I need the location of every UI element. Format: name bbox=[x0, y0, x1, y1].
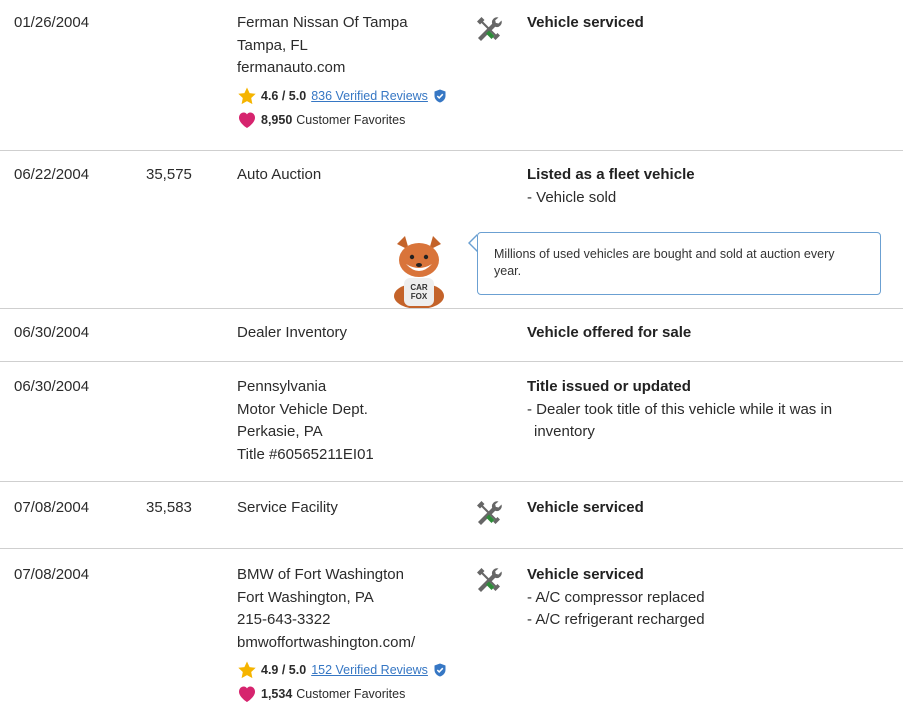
history-record-row: 06/22/2004 35,575 Auto Auction Listed as… bbox=[0, 151, 903, 309]
record-date: 06/22/2004 bbox=[14, 166, 90, 183]
shirt-text-bottom: FOX bbox=[411, 292, 428, 301]
history-record-row: 07/08/2004 BMW of Fort Washington Fort W… bbox=[0, 549, 903, 720]
agency-location: Perkasie, PA bbox=[237, 423, 323, 440]
auction-info-tooltip: Millions of used vehicles are bought and… bbox=[477, 232, 881, 295]
wrench-screwdriver-icon bbox=[477, 568, 502, 592]
star-icon bbox=[238, 661, 256, 679]
record-date: 07/08/2004 bbox=[14, 499, 90, 516]
source-name: Service Facility bbox=[237, 499, 338, 516]
record-odometer: 35,583 bbox=[146, 499, 192, 516]
source-name: Dealer Inventory bbox=[237, 324, 348, 341]
record-source: Service Facility bbox=[237, 497, 462, 520]
record-comments: Vehicle serviced - A/C compressor replac… bbox=[527, 564, 867, 632]
carfox-mascot-icon: CAR FOX bbox=[394, 236, 444, 308]
title-number: Title #60565211EI01 bbox=[237, 445, 374, 463]
rating-score: 4.9 / 5.0 bbox=[261, 663, 307, 677]
record-comments: Vehicle serviced bbox=[527, 497, 867, 520]
shirt-text-top: CAR bbox=[410, 283, 428, 292]
star-icon bbox=[238, 87, 256, 104]
customer-favorites: 1,534 Customer Favorites bbox=[237, 684, 462, 704]
vehicle-history-table: 01/26/2004 Ferman Nissan Of Tampa Tampa,… bbox=[0, 0, 903, 720]
comment-heading: Vehicle serviced bbox=[527, 566, 644, 583]
history-record-row: 06/30/2004 Pennsylvania Motor Vehicle De… bbox=[0, 362, 903, 482]
record-source: BMW of Fort Washington Fort Washington, … bbox=[237, 564, 462, 704]
comment-detail: - A/C compressor replaced bbox=[527, 588, 705, 606]
dealer-rating: 4.9 / 5.0 152 Verified Reviews bbox=[237, 660, 462, 680]
record-source: Ferman Nissan Of Tampa Tampa, FL fermana… bbox=[237, 12, 462, 130]
record-source: Pennsylvania Motor Vehicle Dept. Perkasi… bbox=[237, 376, 462, 466]
dealer-rating: 4.6 / 5.0 836 Verified Reviews bbox=[237, 86, 462, 106]
comment-heading: Vehicle offered for sale bbox=[527, 324, 692, 341]
agency-state: Pennsylvania bbox=[237, 378, 327, 395]
comment-heading: Vehicle serviced bbox=[527, 14, 644, 31]
heart-icon bbox=[239, 112, 255, 128]
record-source: Dealer Inventory bbox=[237, 322, 462, 345]
favorites-count: 8,950 bbox=[261, 112, 293, 127]
verified-badge-icon bbox=[434, 89, 446, 102]
verified-reviews-link[interactable]: 836 Verified Reviews bbox=[311, 87, 428, 105]
dealer-name-link[interactable]: Ferman Nissan Of Tampa bbox=[237, 12, 462, 35]
record-date: 07/08/2004 bbox=[14, 566, 90, 583]
dealer-name-link[interactable]: BMW of Fort Washington bbox=[237, 564, 462, 587]
comment-heading: Vehicle serviced bbox=[527, 499, 644, 516]
agency-name: Motor Vehicle Dept. bbox=[237, 400, 368, 418]
record-comments: Vehicle serviced bbox=[527, 12, 867, 35]
dealer-location: Tampa, FL bbox=[237, 36, 308, 54]
record-date: 06/30/2004 bbox=[14, 324, 90, 341]
wrench-screwdriver-icon bbox=[477, 501, 502, 525]
record-comments: Title issued or updated - Dealer took ti… bbox=[527, 376, 867, 444]
record-comments: Listed as a fleet vehicle - Vehicle sold bbox=[527, 164, 867, 209]
favorites-label: Customer Favorites bbox=[296, 112, 406, 127]
record-comments: Vehicle offered for sale bbox=[527, 322, 867, 345]
comment-detail: - A/C refrigerant recharged bbox=[527, 611, 705, 628]
verified-reviews-link[interactable]: 152 Verified Reviews bbox=[311, 661, 428, 679]
history-record-row: 01/26/2004 Ferman Nissan Of Tampa Tampa,… bbox=[0, 0, 903, 151]
dealer-phone[interactable]: 215-643-3322 bbox=[237, 609, 462, 632]
comment-heading: Title issued or updated bbox=[527, 378, 691, 395]
rating-score: 4.6 / 5.0 bbox=[261, 88, 307, 103]
history-record-row: 06/30/2004 Dealer Inventory Vehicle offe… bbox=[0, 309, 903, 362]
record-date: 06/30/2004 bbox=[14, 378, 90, 395]
wrench-screwdriver-icon bbox=[477, 17, 502, 41]
record-odometer: 35,575 bbox=[146, 166, 192, 183]
history-record-row: 07/08/2004 35,583 Service Facility Vehic… bbox=[0, 482, 903, 549]
comment-heading: Listed as a fleet vehicle bbox=[527, 166, 695, 183]
heart-icon bbox=[239, 686, 255, 702]
dealer-website-link[interactable]: bmwoffortwashington.com/ bbox=[237, 632, 462, 655]
customer-favorites: 8,950 Customer Favorites bbox=[237, 110, 462, 130]
favorites-count: 1,534 bbox=[261, 687, 293, 701]
favorites-label: Customer Favorites bbox=[296, 687, 406, 701]
source-name: Auto Auction bbox=[237, 166, 322, 183]
comment-detail: - Dealer took title of this vehicle whil… bbox=[527, 400, 833, 441]
dealer-location: Fort Washington, PA bbox=[237, 588, 374, 606]
dealer-website-link[interactable]: fermanauto.com bbox=[237, 57, 462, 80]
record-source: Auto Auction bbox=[237, 164, 462, 187]
comment-detail: - Vehicle sold bbox=[527, 188, 617, 206]
verified-badge-icon bbox=[434, 663, 446, 677]
record-date: 01/26/2004 bbox=[14, 14, 90, 31]
